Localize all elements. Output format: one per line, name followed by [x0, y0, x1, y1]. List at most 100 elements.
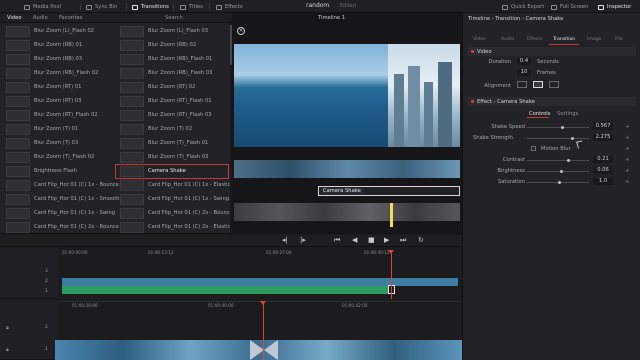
transition-list-item[interactable]: Blur Zoom (RB) 03: [2, 53, 114, 66]
transition-thumbnail: [120, 26, 144, 37]
edit-point-marker: [390, 203, 393, 227]
keyframe-add-icon[interactable]: +: [625, 135, 629, 141]
transition-list-item[interactable]: Card Flip_Hor 01 (C) 1x - Smooth: [2, 193, 120, 206]
tab-transition[interactable]: Transition: [553, 37, 575, 42]
shake-strength-slider[interactable]: [527, 137, 589, 140]
lock-icon[interactable]: 🔒︎: [6, 325, 9, 331]
brightness-slider[interactable]: [527, 170, 589, 173]
transitions-button[interactable]: Transitions: [132, 3, 169, 11]
titles-button[interactable]: Titles: [180, 3, 203, 11]
keyframe-add-icon[interactable]: +: [625, 157, 629, 163]
transition-list-item[interactable]: Blur Zoom (L)_Flash 03: [116, 25, 228, 38]
transition-list-item[interactable]: Blur Zoom (T) 01: [2, 123, 114, 136]
subtab-settings[interactable]: Settings: [557, 111, 578, 117]
tab-audio[interactable]: Audio: [501, 37, 514, 42]
slider-knob[interactable]: [571, 137, 574, 140]
shake-strength-input[interactable]: 2.275: [593, 134, 613, 141]
slider-knob[interactable]: [558, 181, 561, 184]
transition-list-item[interactable]: Blur Zoom (RB)_Flash 01: [116, 53, 228, 66]
transition-list-item[interactable]: Blur Zoom (RB)_Flash 02: [2, 67, 114, 80]
keyframe-add-icon[interactable]: +: [625, 124, 629, 130]
track-number: 1: [45, 347, 48, 352]
audio-track-clip[interactable]: [62, 286, 392, 294]
next-edit-icon[interactable]: |▸: [300, 237, 306, 244]
slider-knob[interactable]: [561, 126, 564, 129]
keyframe-add-icon[interactable]: +: [625, 146, 629, 152]
transition-list-item[interactable]: Card Flip_Hor 01 (C) 1x - Swing: [116, 193, 229, 206]
timeline-name[interactable]: Timeline 1: [318, 15, 345, 21]
transition-list-item[interactable]: Card Flip_Hor 01 (C) 1x - Swing: [2, 207, 115, 220]
playhead-icon[interactable]: [260, 301, 266, 305]
tab-image[interactable]: Image: [587, 37, 601, 42]
play-icon[interactable]: ▶: [384, 237, 389, 244]
prev-edit-icon[interactable]: ◂|: [282, 237, 288, 244]
tab-file[interactable]: File: [615, 37, 623, 42]
transition-list-item[interactable]: Blur Zoom (RB) 02: [116, 39, 228, 52]
transition-list-item[interactable]: Blur Zoom (T)_Flash 02: [2, 151, 114, 164]
alignment-label: Alignment: [484, 83, 511, 89]
effects-button[interactable]: Effects: [216, 3, 243, 11]
playhead-icon[interactable]: [388, 250, 394, 254]
transition-list-item[interactable]: Blur Zoom (L)_Flash 02: [2, 25, 114, 38]
transition-list-item[interactable]: Blur Zoom (RT) 03: [2, 95, 114, 108]
slider-knob[interactable]: [567, 159, 570, 162]
transition-list-item[interactable]: Card Flip_Hor 01 (C) 2x - Bounce: [116, 207, 233, 220]
inspector-button[interactable]: Inspector: [598, 3, 631, 11]
media-pool-button[interactable]: Media Pool: [24, 3, 61, 11]
align-start-button[interactable]: [517, 81, 527, 88]
align-end-button[interactable]: [549, 81, 559, 88]
saturation-input[interactable]: 1.0: [593, 178, 613, 185]
go-to-start-icon[interactable]: ⏮: [334, 237, 340, 244]
go-to-end-icon[interactable]: ⏭: [400, 237, 406, 244]
close-icon[interactable]: ×: [237, 27, 245, 35]
play-reverse-icon[interactable]: ◀: [352, 237, 357, 244]
transition-list-item[interactable]: Blur Zoom (RT)_Flash 02: [2, 109, 114, 122]
tab-video[interactable]: Video: [7, 15, 22, 21]
sync-bin-button[interactable]: Sync Bin: [86, 3, 117, 11]
transition-list-item[interactable]: Blur Zoom (T) 03: [2, 137, 114, 150]
transition-list-item[interactable]: Camera Shake: [115, 164, 229, 179]
transition-list-item[interactable]: Blur Zoom (T) 02: [116, 123, 228, 136]
contrast-slider[interactable]: [527, 159, 589, 162]
contrast-input[interactable]: 0.21: [593, 156, 613, 163]
shake-speed-slider[interactable]: [527, 126, 589, 129]
tab-audio[interactable]: Audio: [33, 15, 48, 21]
duration-seconds-input[interactable]: 0.4: [517, 58, 531, 65]
brightness-input[interactable]: 0.06: [593, 167, 613, 174]
duration-frames-input[interactable]: 10: [517, 69, 531, 76]
transition-list-item[interactable]: Blur Zoom (RT)_Flash 03: [116, 109, 228, 122]
transition-list-item[interactable]: Card Flip_Hor 01 (C) 1x - Elastic: [116, 179, 230, 192]
transition-list-item[interactable]: Blur Zoom (RT) 02: [116, 81, 228, 94]
tab-video[interactable]: Video: [473, 37, 486, 42]
transition-list-item[interactable]: Brightness Flash: [2, 165, 114, 178]
transition-list-item[interactable]: Card Flip_Hor 01 (C) 1x - Bounce: [2, 179, 119, 192]
transition-thumbnail: [120, 208, 144, 219]
video-track-clip[interactable]: [62, 278, 458, 286]
lock-icon[interactable]: 🔒︎: [6, 347, 9, 353]
tab-favorites[interactable]: Favorites: [59, 15, 82, 21]
saturation-slider[interactable]: [527, 181, 589, 184]
full-screen-button[interactable]: Full Screen: [551, 3, 588, 11]
transition-list-item[interactable]: Blur Zoom (T)_Flash 01: [116, 137, 228, 150]
transition-list-item[interactable]: Blur Zoom (RB)_Flash 03: [116, 67, 228, 80]
transition-list-item[interactable]: Blur Zoom (RT)_Flash 01: [116, 95, 228, 108]
transition-list-item[interactable]: Blur Zoom (RB) 01: [2, 39, 114, 52]
stop-icon[interactable]: ■: [368, 237, 375, 244]
motion-blur-checkbox[interactable]: [531, 146, 536, 151]
keyframe-add-icon[interactable]: +: [625, 179, 629, 185]
effect-section-header[interactable]: Effect - Camera Shake: [468, 97, 636, 106]
search-field[interactable]: Search: [165, 15, 183, 21]
loop-icon[interactable]: ↻: [418, 237, 424, 244]
transition-list-item[interactable]: Blur Zoom (T)_Flash 03: [116, 151, 228, 164]
align-center-button[interactable]: [533, 81, 543, 88]
slider-knob[interactable]: [560, 170, 563, 173]
tab-effects[interactable]: Effects: [527, 37, 543, 42]
video-section-header[interactable]: Video: [468, 47, 636, 56]
timecode-label: 01:00:38:00: [72, 303, 98, 308]
keyframe-add-icon[interactable]: +: [625, 168, 629, 174]
quick-export-button[interactable]: Quick Export: [502, 3, 544, 11]
transition-name: Card Flip_Hor 01 (C) 1x - Smooth: [34, 196, 120, 202]
transition-list-item[interactable]: Blur Zoom (RT) 01: [2, 81, 114, 94]
shake-speed-input[interactable]: 0.567: [593, 123, 613, 130]
timeline-ruler-overview[interactable]: 01:00:00:00 01:00:13:12 01:00:27:00 01:0…: [58, 249, 462, 259]
